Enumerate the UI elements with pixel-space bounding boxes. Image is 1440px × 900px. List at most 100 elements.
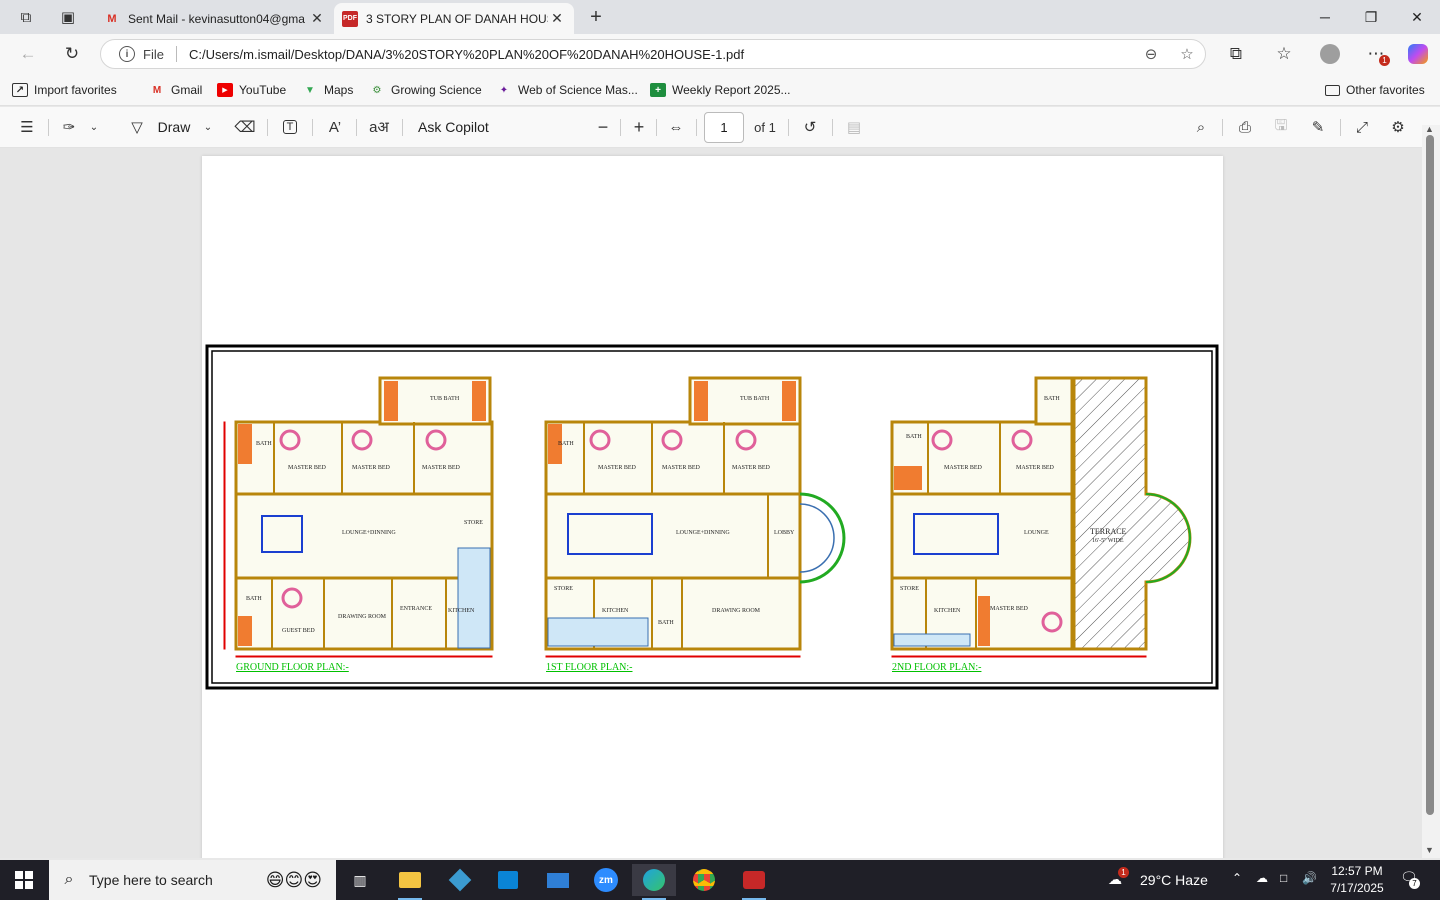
workspaces-icon[interactable]: ⧉ (14, 6, 38, 28)
search-icon: ⌕ (64, 871, 74, 888)
tab-actions-icon[interactable]: ▣ (56, 6, 80, 28)
room-label: LOUNGE+DINNING (676, 530, 730, 536)
draw-button[interactable]: Draw (154, 116, 194, 138)
tab-pdf[interactable]: PDF 3 STORY PLAN OF DANAH HOUSE ✕ (334, 3, 574, 34)
new-tab-icon[interactable]: + (584, 6, 608, 28)
microsoft-store-icon[interactable] (486, 864, 530, 896)
favorite-maps[interactable]: ▼ Maps (302, 81, 353, 99)
url-text[interactable]: C:/Users/m.ismail/Desktop/DANA/3%20STORY… (189, 47, 1133, 62)
info-icon[interactable]: i (119, 46, 135, 62)
room-label: MASTER BED (288, 465, 327, 471)
edge-icon[interactable] (632, 864, 676, 900)
room-label: DRAWING ROOM (338, 614, 387, 620)
room-label: KITCHEN (602, 608, 629, 614)
pdf-page: BATH MASTER BED MASTER BED MASTER BED TU… (202, 156, 1223, 858)
room-label: MASTER BED (352, 465, 391, 471)
zoom-icon[interactable]: zm (584, 864, 628, 896)
app-diamond-icon[interactable] (438, 864, 482, 896)
weather-icon[interactable]: ☁ 1 (1108, 867, 1129, 888)
network-icon[interactable]: □ (1280, 871, 1287, 885)
mail-icon[interactable] (536, 864, 580, 896)
maps-icon: ▼ (305, 84, 315, 96)
toolbar-separator (356, 119, 357, 136)
settings-gear-icon[interactable]: ⚙ (1386, 116, 1410, 138)
extensions-icon[interactable]: ⧉ (1222, 40, 1250, 68)
rotate-icon[interactable]: ↺ (798, 116, 822, 138)
erase-icon[interactable]: ⌫ (234, 116, 256, 138)
volume-icon[interactable]: 🔊 (1302, 871, 1317, 885)
second-floor-plan: BATH BATH MASTER BED MASTER BED LOUNGE T… (890, 376, 1192, 673)
clock-date: 7/17/2025 (1330, 881, 1384, 895)
tab-title: Sent Mail - kevinasutton04@gma (128, 11, 305, 26)
contents-icon[interactable]: ☰ (16, 116, 38, 138)
clock[interactable]: 12:57 PM 7/17/2025 (1318, 863, 1396, 897)
back-button[interactable]: ← (14, 40, 42, 68)
pdf-toolbar: ☰ ✑ ⌄ ▽ Draw ⌄ ⌫ T A’ aअ Ask Copilot − +… (0, 107, 1440, 148)
vertical-scrollbar[interactable]: ▲ ▼ (1422, 124, 1440, 858)
favorite-youtube[interactable]: ▶ YouTube (217, 81, 286, 99)
first-floor-plan: BATH MASTER BED MASTER BED MASTER BED TU… (544, 376, 846, 673)
notification-center-icon[interactable]: 🗨 7 (1400, 869, 1420, 889)
search-icon[interactable]: ⌕ (1190, 116, 1212, 138)
room-label: MASTER BED (662, 465, 701, 471)
draw-dropdown-icon[interactable]: ⌄ (200, 116, 216, 138)
first-floor-label: 1ST FLOOR PLAN:- (546, 662, 633, 673)
read-aloud-icon[interactable]: A’ (324, 116, 346, 138)
restore-button[interactable]: ❐ (1348, 0, 1394, 34)
task-view-icon[interactable]: ▥ (338, 864, 382, 896)
refresh-button[interactable]: ↻ (58, 40, 86, 68)
highlight-dropdown-icon[interactable]: ⌄ (86, 116, 102, 138)
zoom-in-button[interactable]: + (628, 116, 650, 138)
favorite-import[interactable]: ↗ Import favorites (12, 81, 117, 99)
chrome-icon[interactable] (682, 864, 726, 896)
fit-width-icon[interactable]: ⇔ (664, 116, 688, 138)
highlight-icon[interactable]: ✑ (58, 116, 80, 138)
favorite-gmail[interactable]: M Gmail (149, 81, 203, 99)
toolbar-separator (656, 119, 657, 136)
windows-taskbar: ⌕ Type here to search 😄😊😍 ▥ zm ☁ 1 29°C … (0, 860, 1440, 900)
favorite-star-icon[interactable]: ☆ (1169, 45, 1205, 63)
toolbar-separator (620, 119, 621, 136)
favorite-growing-science[interactable]: ⚙ Growing Science (369, 81, 482, 99)
gmail-icon: M (152, 84, 162, 96)
zoom-out-icon[interactable]: ⊖ (1133, 45, 1169, 63)
weather-text[interactable]: 29°C Haze (1140, 872, 1208, 888)
close-tab-icon[interactable]: ✕ (308, 10, 326, 27)
draw-icon[interactable]: ▽ (126, 116, 148, 138)
onedrive-icon[interactable]: ☁ (1256, 871, 1268, 885)
favorite-weekly-report[interactable]: + Weekly Report 2025... (650, 81, 791, 99)
pdf-viewer[interactable]: BATH MASTER BED MASTER BED MASTER BED TU… (0, 148, 1422, 858)
close-window-button[interactable]: ✕ (1394, 0, 1440, 34)
zoom-out-button[interactable]: − (592, 116, 614, 138)
translate-icon[interactable]: aअ (368, 116, 390, 138)
favorites-icon[interactable]: ☆ (1270, 40, 1298, 68)
more-menu-icon[interactable]: ⋯ 1 (1362, 40, 1390, 68)
fullscreen-icon[interactable]: ⤢ (1350, 116, 1374, 138)
favorite-web-of-science[interactable]: ✦ Web of Science Mas... (496, 81, 638, 99)
show-hidden-icons-icon[interactable]: ⌃ (1232, 871, 1242, 885)
favorite-label: Import favorites (34, 83, 117, 97)
scroll-up-icon[interactable]: ▲ (1425, 124, 1434, 134)
start-button[interactable] (0, 860, 48, 900)
notification-count: 7 (1409, 878, 1420, 889)
profile-avatar[interactable] (1316, 40, 1344, 68)
other-favorites[interactable]: Other favorites (1325, 81, 1425, 99)
toolbar-separator (832, 119, 833, 136)
ask-copilot-button[interactable]: Ask Copilot (418, 116, 494, 138)
page-number-input[interactable]: 1 (704, 112, 744, 143)
file-explorer-icon[interactable] (388, 864, 432, 900)
save-as-icon[interactable]: ✎ (1306, 116, 1330, 138)
room-label: KITCHEN (448, 608, 475, 614)
add-text-icon[interactable]: T (278, 116, 302, 138)
print-icon[interactable]: ⎙ (1234, 116, 1256, 138)
address-bar[interactable]: i File C:/Users/m.ismail/Desktop/DANA/3%… (100, 39, 1206, 69)
scroll-down-icon[interactable]: ▼ (1425, 845, 1434, 855)
scrollbar-thumb[interactable] (1426, 135, 1434, 815)
autocad-icon[interactable] (732, 864, 776, 900)
windows-logo-icon (15, 871, 33, 889)
tab-gmail[interactable]: M Sent Mail - kevinasutton04@gma ✕ (96, 3, 334, 34)
taskbar-search-box[interactable]: ⌕ Type here to search 😄😊😍 (49, 860, 336, 900)
copilot-icon[interactable] (1404, 40, 1432, 68)
close-tab-icon[interactable]: ✕ (548, 10, 566, 27)
minimize-button[interactable]: ─ (1302, 0, 1348, 34)
